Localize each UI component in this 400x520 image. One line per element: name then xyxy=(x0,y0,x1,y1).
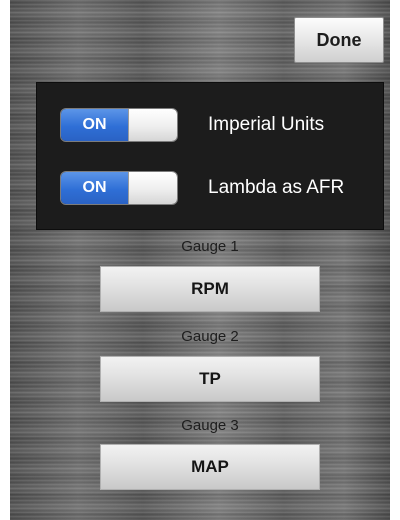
done-button[interactable]: Done xyxy=(294,17,384,63)
toggle-on-label: ON xyxy=(61,109,128,141)
settings-panel: ON Imperial Units ON Lambda as AFR xyxy=(36,82,384,230)
imperial-units-label: Imperial Units xyxy=(208,114,325,135)
gauge-3-label: Gauge 3 xyxy=(181,417,239,434)
toggle-knob xyxy=(128,109,177,141)
toggle-knob xyxy=(128,172,177,204)
gauge-2-label: Gauge 2 xyxy=(181,328,239,345)
toggle-on-label: ON xyxy=(61,172,128,204)
gauge-3-button[interactable]: MAP xyxy=(100,444,320,490)
settings-screen: Done ON Imperial Units ON Lambda as AFR … xyxy=(10,0,390,520)
setting-row-imperial-units: ON Imperial Units xyxy=(37,108,383,144)
gauge-1-button[interactable]: RPM xyxy=(100,266,320,312)
setting-row-lambda-afr: ON Lambda as AFR xyxy=(37,171,383,207)
lambda-as-afr-label: Lambda as AFR xyxy=(208,177,345,198)
gauge-1-label: Gauge 1 xyxy=(181,238,239,255)
lambda-as-afr-toggle[interactable]: ON xyxy=(60,171,178,205)
imperial-units-toggle[interactable]: ON xyxy=(60,108,178,142)
gauge-2-button[interactable]: TP xyxy=(100,356,320,402)
